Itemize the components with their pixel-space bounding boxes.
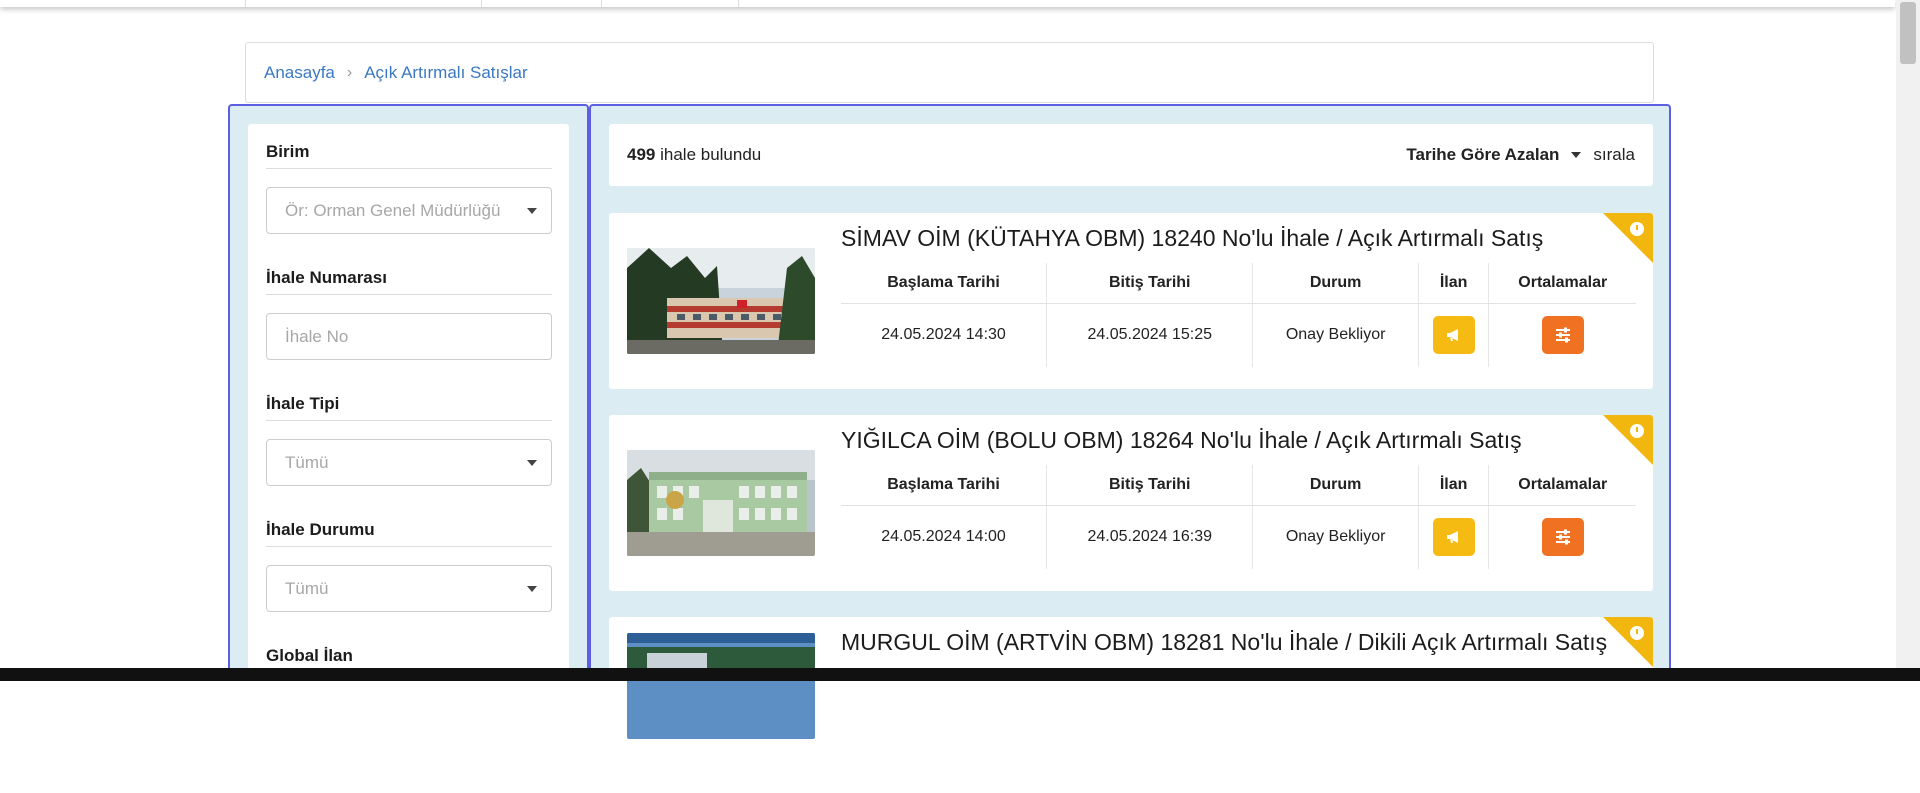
listing-title[interactable]: SİMAV OİM (KÜTAHYA OBM) 18240 No'lu İhal… [841,225,1543,252]
sort-suffix: sırala [1593,145,1635,164]
listing-thumbnail[interactable] [627,450,815,556]
results-summary: 499 ihale bulundu Tarihe Göre Azalan sır… [609,124,1653,186]
filter-birim: Birim Ör: Orman Genel Müdürlüğü [266,142,552,234]
listing-card[interactable]: YIĞILCA OİM (BOLU OBM) 18264 No'lu İhale… [609,415,1653,591]
ortalamalar-cell [1488,303,1636,367]
listing-card[interactable]: MURGUL OİM (ARTVİN OBM) 18281 No'lu İhal… [609,617,1653,793]
breadcrumb-home-link[interactable]: Anasayfa [264,63,335,83]
clock-icon [1630,626,1644,640]
sort-dropdown[interactable]: Tarihe Göre Azalan [1406,145,1559,165]
filter-label: İhale Durumu [266,520,552,547]
ihale-tipi-placeholder: Tümü [285,452,329,472]
header-start-date: Başlama Tarihi [841,263,1047,304]
status-corner-badge [1603,213,1653,263]
end-date: 24.05.2024 15:25 [1046,303,1253,367]
header-status: Durum [1252,465,1419,506]
bottom-bar [0,668,1920,681]
result-count-text: 499 ihale bulundu [627,145,761,165]
status-corner-badge [1603,617,1653,667]
results-panel: 499 ihale bulundu Tarihe Göre Azalan sır… [589,104,1671,793]
header-ortalamalar: Ortalamalar [1488,263,1636,304]
ihale-tipi-select[interactable]: Tümü [266,439,552,486]
filter-ihale-durumu: İhale Durumu Tümü [266,520,552,612]
megaphone-icon [1446,329,1458,342]
chevron-right-icon: › [346,63,353,81]
filters-card: Birim Ör: Orman Genel Müdürlüğü İhale Nu… [248,124,569,684]
clock-icon [1630,222,1644,236]
result-count-label: ihale bulundu [660,145,762,164]
ortalamalar-cell [1488,505,1636,569]
megaphone-icon [1446,531,1458,544]
clock-icon [1630,424,1644,438]
caret-down-icon[interactable] [1571,152,1582,158]
listing-info-table: Başlama Tarihi Bitiş Tarihi Durum İlan O… [841,465,1636,569]
listing-thumbnail[interactable] [627,248,815,354]
ilan-button[interactable] [1432,316,1475,355]
ihale-durumu-select[interactable]: Tümü [266,565,552,612]
sort-control: Tarihe Göre Azalan sırala [1406,145,1635,165]
listing-title[interactable]: MURGUL OİM (ARTVİN OBM) 18281 No'lu İhal… [841,629,1607,656]
status-corner-badge [1603,415,1653,465]
caret-down-icon [527,586,537,592]
status-text: Onay Bekliyor [1252,303,1419,367]
header-end-date: Bitiş Tarihi [1046,263,1253,304]
header-start-date: Başlama Tarihi [841,465,1047,506]
sliders-icon [1555,327,1570,343]
scrollbar-thumb[interactable] [1900,2,1916,64]
breadcrumb: Anasayfa › Açık Artırmalı Satışlar [245,42,1654,103]
top-navigation-bar [0,0,1895,7]
listing-thumbnail[interactable] [627,633,815,739]
sliders-icon [1555,529,1570,545]
ilan-cell [1417,505,1489,569]
ortalamalar-button[interactable] [1541,316,1584,355]
end-date: 24.05.2024 16:39 [1046,505,1253,569]
filters-panel: Birim Ör: Orman Genel Müdürlüğü İhale Nu… [228,104,589,684]
listing-card[interactable]: SİMAV OİM (KÜTAHYA OBM) 18240 No'lu İhal… [609,213,1653,389]
header-ortalamalar: Ortalamalar [1488,465,1636,506]
start-date: 24.05.2024 14:00 [881,528,1006,546]
ihale-no-placeholder: İhale No [285,326,349,346]
filter-label: İhale Numarası [266,268,552,295]
vertical-scrollbar[interactable] [1896,0,1920,668]
listing-title[interactable]: YIĞILCA OİM (BOLU OBM) 18264 No'lu İhale… [841,427,1522,454]
header-end-date: Bitiş Tarihi [1046,465,1253,506]
header-ilan: İlan [1417,263,1489,304]
header-status: Durum [1252,263,1419,304]
filter-ihale-tipi: İhale Tipi Tümü [266,394,552,486]
result-count: 499 [627,145,656,164]
start-date: 24.05.2024 14:30 [881,326,1006,344]
birim-select[interactable]: Ör: Orman Genel Müdürlüğü [266,187,552,234]
birim-placeholder: Ör: Orman Genel Müdürlüğü [285,200,501,220]
caret-down-icon [527,208,537,214]
ortalamalar-button[interactable] [1541,518,1584,557]
filter-label: Birim [266,142,552,169]
ilan-cell [1417,303,1489,367]
ihale-durumu-placeholder: Tümü [285,578,329,598]
breadcrumb-current-link[interactable]: Açık Artırmalı Satışlar [364,63,527,83]
listing-info-table: Başlama Tarihi Bitiş Tarihi Durum İlan O… [841,263,1636,367]
status-text: Onay Bekliyor [1252,505,1419,569]
ilan-button[interactable] [1432,518,1475,557]
filter-ihale-numarasi: İhale Numarası İhale No [266,268,552,360]
filter-label: İhale Tipi [266,394,552,421]
ihale-no-input[interactable]: İhale No [266,313,552,360]
header-ilan: İlan [1417,465,1489,506]
caret-down-icon [527,460,537,466]
